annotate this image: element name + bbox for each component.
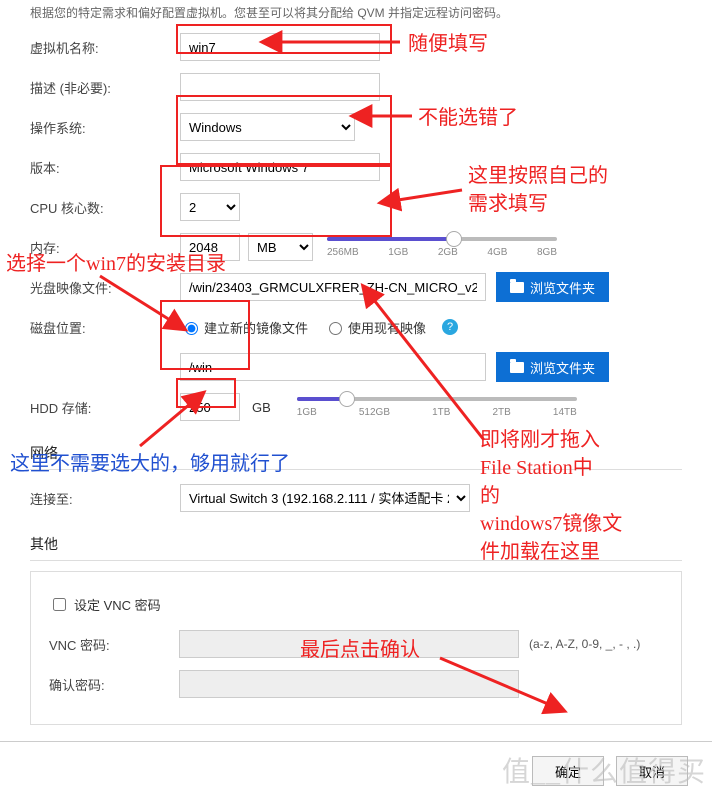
version-input[interactable] [180,153,380,181]
cpu-select[interactable]: 2 [180,193,240,221]
label-vmname: 虚拟机名称: [30,38,180,57]
vmname-input[interactable] [180,33,380,61]
mem-slider[interactable]: 256MB 1GB 2GB 4GB 8GB [327,237,557,258]
label-connect: 连接至: [30,489,180,508]
disk-radio-existing[interactable]: 使用现有映像 [324,318,426,337]
vnc-checkbox[interactable] [53,598,66,611]
label-hdd: HDD 存储: [30,398,180,417]
mem-input[interactable] [180,233,240,261]
hdd-input[interactable] [180,393,240,421]
net-section-head: 网络 [30,443,682,463]
label-confirm: 确认密码: [49,675,179,694]
hdd-unit: GB [252,400,271,415]
iso-input[interactable] [180,273,486,301]
cancel-button[interactable]: 取消 [616,756,688,786]
label-mem: 内存: [30,238,180,257]
divider [30,560,682,561]
divider [30,469,682,470]
folder-icon [510,362,524,373]
label-iso: 光盘映像文件: [30,278,180,297]
pwd-hint: (a-z, A-Z, 0-9, _, - , .) [529,637,640,651]
label-vncpwd: VNC 密码: [49,635,179,654]
browse-disk-button[interactable]: 浏览文件夹 [496,352,609,382]
os-select[interactable]: Windows [180,113,355,141]
connect-select[interactable]: Virtual Switch 3 (192.168.2.111 / 实体适配卡 … [180,484,470,512]
label-version: 版本: [30,158,180,177]
other-box: 设定 VNC 密码 VNC 密码: (a-z, A-Z, 0-9, _, - ,… [30,571,682,725]
mem-unit-select[interactable]: MB [248,233,313,261]
hdd-slider[interactable]: 1GB 512GB 1TB 2TB 14TB [297,397,577,418]
other-section-head: 其他 [30,534,682,554]
browse-iso-button[interactable]: 浏览文件夹 [496,272,609,302]
folder-icon [510,282,524,293]
help-icon[interactable]: ? [442,319,458,335]
label-desc: 描述 (非必要): [30,78,180,97]
vncpwd-input [179,630,519,658]
label-cpu: CPU 核心数: [30,198,180,217]
desc-input[interactable] [180,73,380,101]
confirm-input [179,670,519,698]
intro-text: 根据您的特定需求和偏好配置虚拟机。您甚至可以将其分配给 QVM 并指定远程访问密… [30,0,682,29]
label-disk: 磁盘位置: [30,318,180,337]
diskpath-input[interactable] [180,353,486,381]
label-setvnc: 设定 VNC 密码 [74,595,161,614]
ok-button[interactable]: 确定 [532,756,604,786]
disk-radio-new[interactable]: 建立新的镜像文件 [180,318,308,337]
label-os: 操作系统: [30,118,180,137]
